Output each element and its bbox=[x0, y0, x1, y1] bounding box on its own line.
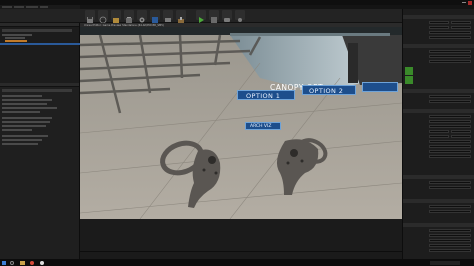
property-field[interactable] bbox=[429, 115, 471, 118]
menu-file[interactable] bbox=[2, 6, 12, 8]
property-field[interactable] bbox=[429, 155, 471, 158]
tree-row[interactable] bbox=[5, 37, 25, 39]
property-field[interactable] bbox=[429, 26, 449, 29]
property-row[interactable] bbox=[2, 139, 42, 141]
windows-icon[interactable] bbox=[2, 260, 6, 265]
section-header[interactable] bbox=[403, 223, 474, 227]
property-row[interactable] bbox=[2, 117, 52, 119]
property-row[interactable] bbox=[2, 95, 42, 97]
property-field[interactable] bbox=[429, 120, 471, 123]
marketplace-icon[interactable] bbox=[124, 10, 134, 23]
details-panel-right bbox=[402, 9, 474, 259]
source-control-icon[interactable] bbox=[98, 10, 108, 24]
tree-row[interactable] bbox=[2, 34, 32, 36]
property-field[interactable] bbox=[429, 145, 471, 148]
property-row[interactable] bbox=[2, 121, 50, 123]
property-field[interactable] bbox=[429, 239, 471, 242]
property-field[interactable] bbox=[429, 234, 471, 237]
property-field[interactable] bbox=[429, 100, 471, 103]
build-icon[interactable] bbox=[176, 10, 186, 23]
vr-scene bbox=[79, 23, 403, 251]
property-field[interactable] bbox=[429, 21, 449, 24]
section-header[interactable] bbox=[403, 199, 474, 203]
section-header[interactable] bbox=[403, 89, 474, 93]
game-preview-viewport[interactable]: CANOPY OPT OPTION 1 OPTION 2 ARCH VIZ Un… bbox=[79, 23, 403, 251]
status-strip bbox=[80, 251, 402, 259]
property-field[interactable] bbox=[429, 229, 471, 232]
details-header bbox=[0, 83, 79, 87]
property-row[interactable] bbox=[2, 129, 32, 131]
minimize-icon[interactable] bbox=[462, 2, 466, 3]
property-field[interactable] bbox=[429, 205, 471, 208]
tree-row-highlight[interactable] bbox=[0, 43, 80, 45]
property-row[interactable] bbox=[2, 135, 48, 137]
section-header[interactable] bbox=[403, 175, 474, 179]
outliner-header bbox=[0, 23, 79, 27]
property-field[interactable] bbox=[429, 95, 471, 98]
content-icon[interactable] bbox=[111, 10, 121, 23]
property-field[interactable] bbox=[429, 210, 471, 213]
property-field[interactable] bbox=[429, 140, 471, 143]
property-field[interactable] bbox=[429, 186, 471, 189]
property-field[interactable] bbox=[451, 135, 471, 138]
save-icon[interactable] bbox=[85, 10, 95, 23]
close-icon[interactable] bbox=[468, 0, 472, 5]
arch-viz-label: ARCH VIZ bbox=[250, 124, 272, 129]
search-icon[interactable] bbox=[10, 260, 14, 265]
property-field[interactable] bbox=[429, 249, 471, 252]
color-swatch[interactable] bbox=[405, 76, 413, 84]
option-1-button[interactable]: OPTION 1 bbox=[237, 90, 295, 100]
property-field[interactable] bbox=[429, 50, 471, 53]
outliner-search-input[interactable] bbox=[2, 29, 72, 32]
vr-preview-icon[interactable] bbox=[222, 10, 232, 22]
explorer-icon[interactable] bbox=[20, 260, 25, 265]
property-field[interactable] bbox=[429, 60, 471, 63]
option-3-button[interactable] bbox=[362, 82, 398, 92]
property-row[interactable] bbox=[2, 103, 47, 105]
section-header[interactable] bbox=[403, 109, 474, 113]
property-field[interactable] bbox=[429, 244, 471, 247]
property-field[interactable] bbox=[451, 130, 471, 133]
property-field[interactable] bbox=[429, 125, 471, 128]
property-field[interactable] bbox=[429, 55, 471, 58]
blueprints-icon[interactable] bbox=[150, 10, 160, 23]
property-row[interactable] bbox=[2, 99, 52, 101]
property-field[interactable] bbox=[429, 36, 471, 39]
unreal-icon[interactable] bbox=[40, 260, 44, 265]
menu-help[interactable] bbox=[40, 6, 48, 8]
play-icon[interactable] bbox=[196, 10, 206, 23]
section-header[interactable] bbox=[403, 15, 474, 19]
property-row[interactable] bbox=[2, 107, 57, 109]
property-field[interactable] bbox=[429, 135, 449, 138]
cinematics-icon[interactable] bbox=[163, 10, 173, 22]
tree-row-selected[interactable] bbox=[5, 40, 27, 42]
property-row[interactable] bbox=[2, 143, 38, 145]
viewport-title: Unreal Editor: Game Preview Standalone (… bbox=[84, 24, 164, 27]
option-2-label: OPTION 2 bbox=[309, 87, 344, 95]
menu-window[interactable] bbox=[26, 6, 38, 8]
property-field[interactable] bbox=[429, 31, 471, 34]
os-taskbar bbox=[0, 259, 474, 266]
settings-icon[interactable] bbox=[137, 10, 147, 23]
more-icon[interactable] bbox=[235, 10, 245, 22]
option-2-button[interactable]: OPTION 2 bbox=[302, 85, 356, 95]
section-header[interactable] bbox=[403, 44, 474, 48]
launch-icon[interactable] bbox=[209, 10, 219, 23]
property-field[interactable] bbox=[429, 130, 449, 133]
details-search-input[interactable] bbox=[2, 89, 72, 92]
property-field[interactable] bbox=[429, 181, 471, 184]
chrome-icon[interactable] bbox=[30, 260, 34, 265]
property-field[interactable] bbox=[429, 150, 471, 153]
property-row[interactable] bbox=[2, 111, 40, 113]
menu-edit[interactable] bbox=[14, 6, 24, 8]
arch-viz-button[interactable]: ARCH VIZ bbox=[245, 122, 281, 130]
system-tray[interactable] bbox=[430, 260, 460, 265]
property-row[interactable] bbox=[2, 125, 46, 127]
world-outliner bbox=[0, 23, 80, 83]
details-panel-left bbox=[0, 83, 80, 259]
option-1-label: OPTION 1 bbox=[246, 92, 281, 100]
color-swatch[interactable] bbox=[405, 67, 413, 75]
property-field[interactable] bbox=[451, 26, 471, 29]
property-field[interactable] bbox=[451, 21, 471, 24]
